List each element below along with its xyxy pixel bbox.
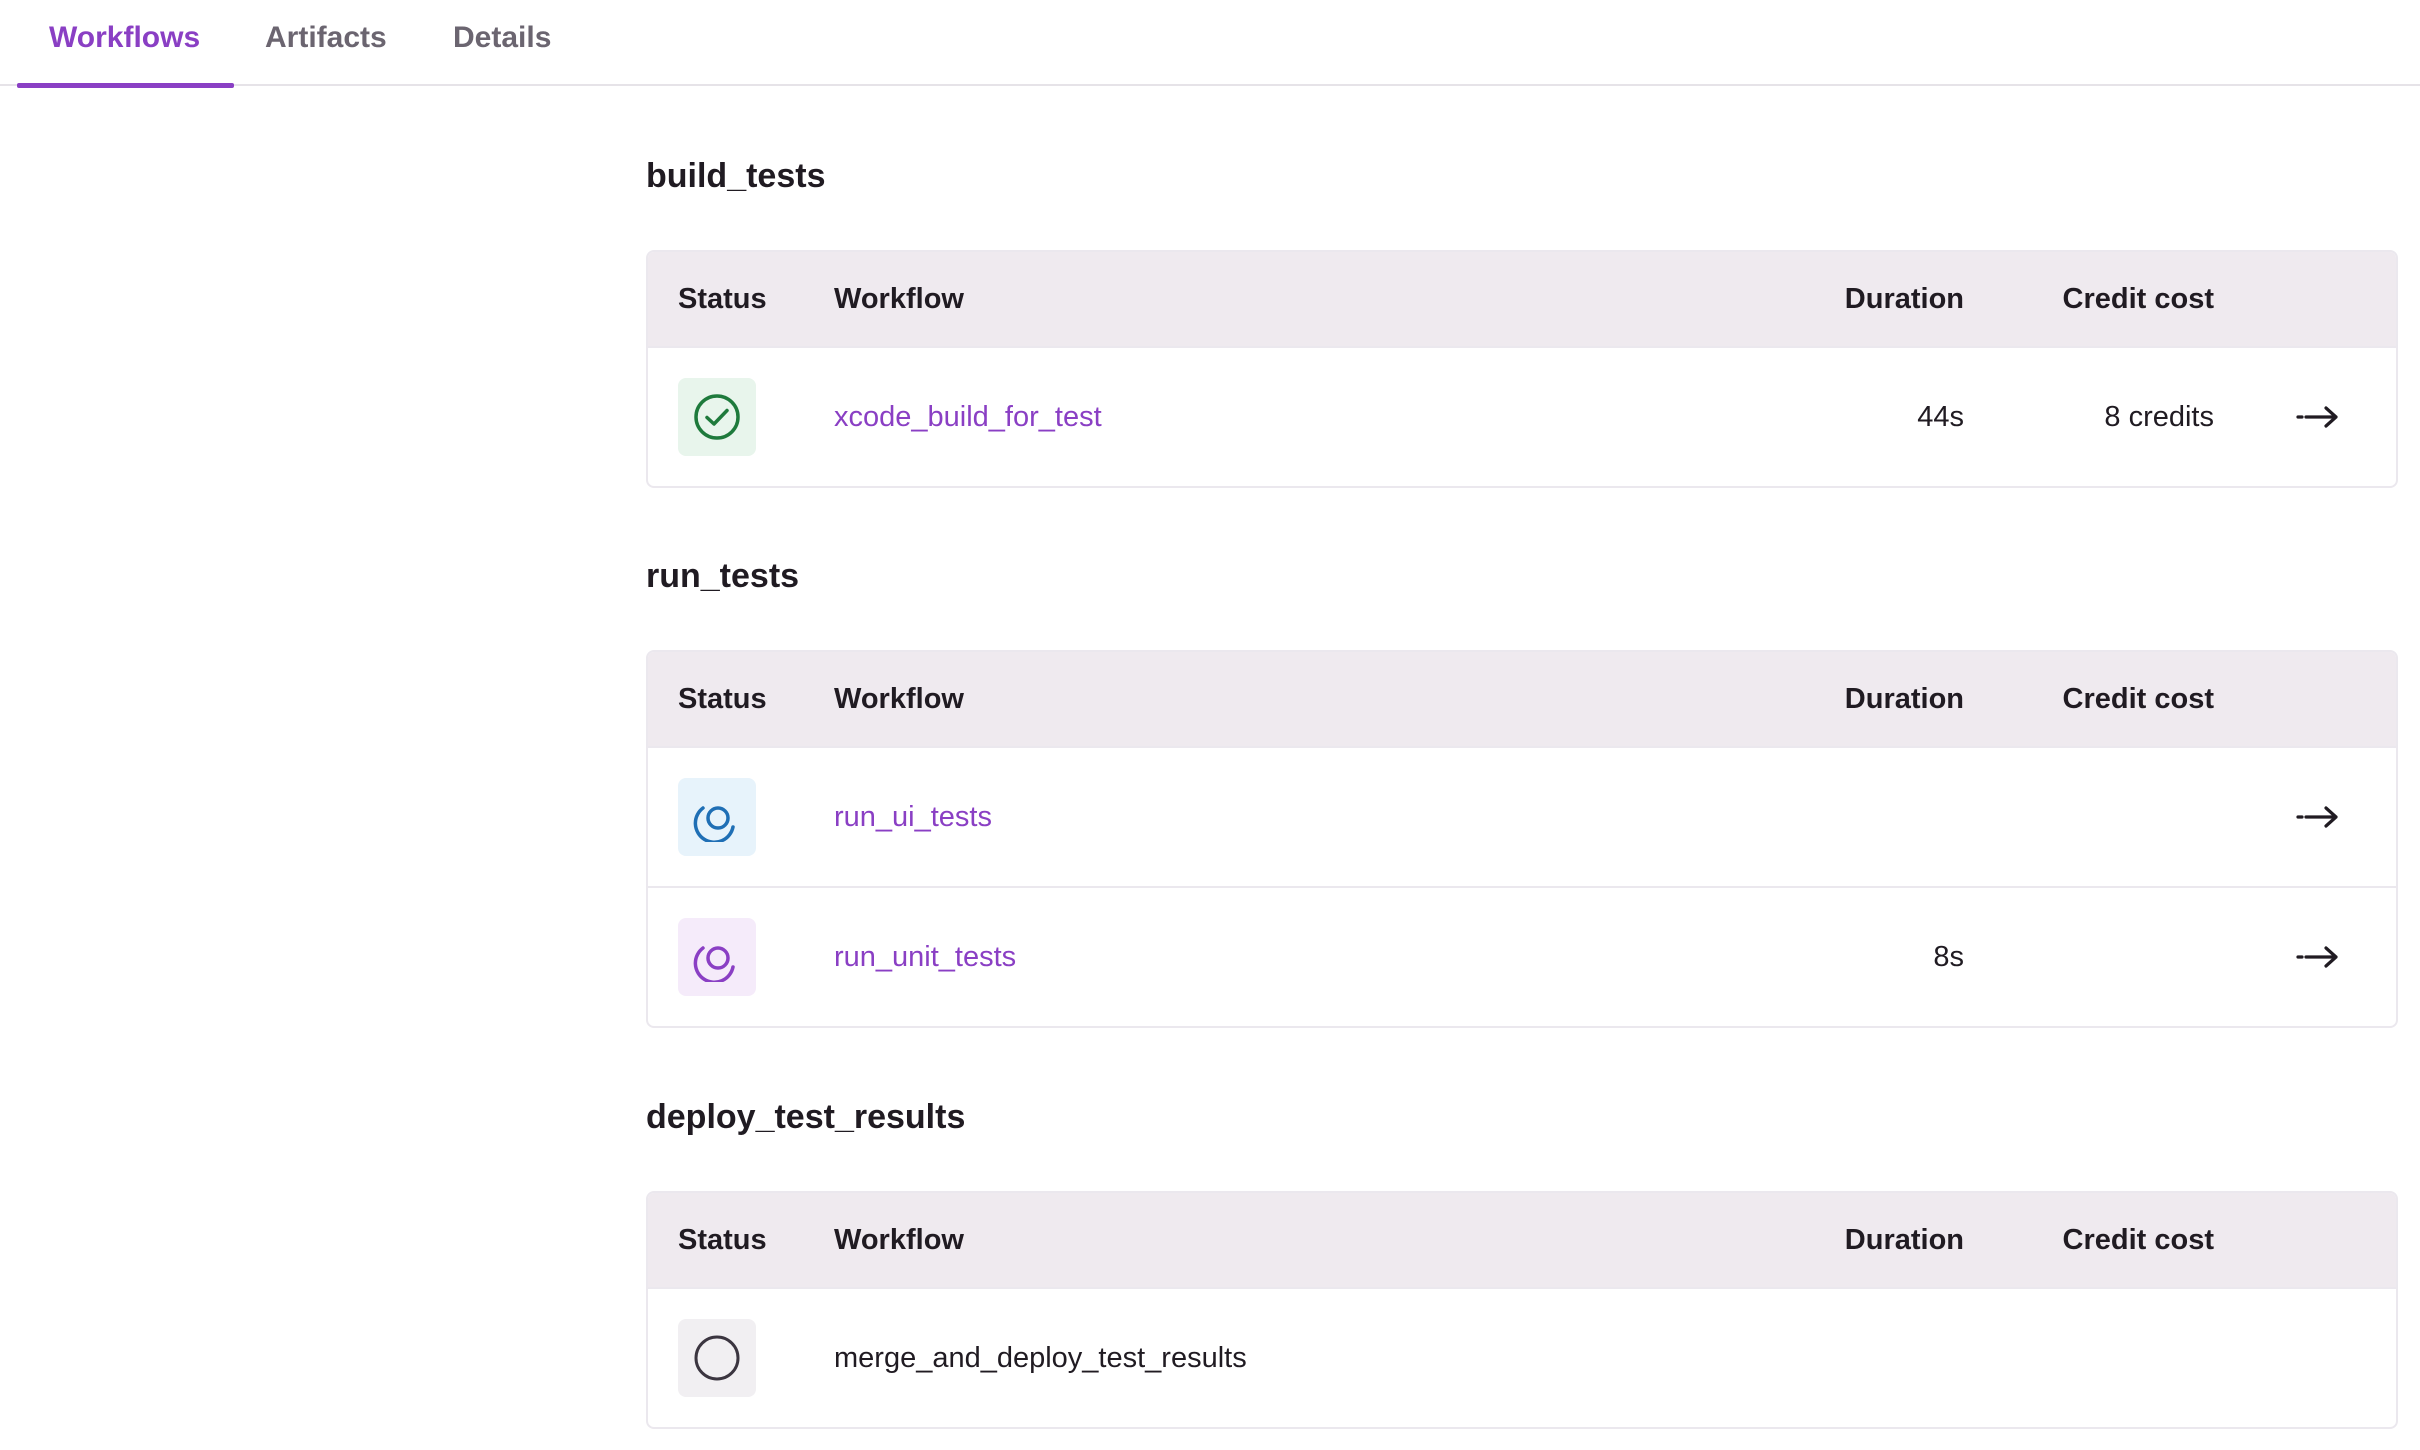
group-title-run-tests: run_tests <box>646 557 800 595</box>
duration-value: 8s <box>1933 940 1964 973</box>
group-title-deploy-test-results: deploy_test_results <box>646 1098 966 1136</box>
column-header-credit-cost: Credit cost <box>2062 1223 2214 1256</box>
column-header-duration: Duration <box>1844 282 1964 315</box>
spinner-icon <box>678 778 756 856</box>
workflow-table-deploy-test-results: Status Workflow Duration Credit cost mer… <box>646 1191 2398 1429</box>
group-title-build-tests: build_tests <box>646 157 826 195</box>
tab-details[interactable]: Details <box>421 0 587 86</box>
workflow-link[interactable]: run_unit_tests <box>834 888 1016 1026</box>
table-header: Status Workflow Duration Credit cost <box>648 652 2396 746</box>
column-header-credit-cost: Credit cost <box>2062 682 2214 715</box>
workflow-table-build-tests: Status Workflow Duration Credit cost xco… <box>646 250 2398 488</box>
table-row[interactable]: run_unit_tests 8s <box>648 886 2396 1026</box>
table-header: Status Workflow Duration Credit cost <box>648 252 2396 346</box>
column-header-duration: Duration <box>1844 682 1964 715</box>
duration-value: 44s <box>1917 400 1964 433</box>
tab-workflows[interactable]: Workflows <box>17 0 234 88</box>
column-header-workflow: Workflow <box>834 1223 964 1256</box>
check-circle-icon <box>678 378 756 456</box>
column-header-status: Status <box>678 682 767 715</box>
column-header-status: Status <box>678 1223 767 1256</box>
table-row[interactable]: run_ui_tests <box>648 746 2396 886</box>
empty-circle-icon <box>678 1319 756 1397</box>
arrow-right-icon[interactable] <box>2292 797 2344 837</box>
workflow-link[interactable]: xcode_build_for_test <box>834 348 1102 486</box>
tab-bar: Workflows Artifacts Details <box>0 0 2420 88</box>
arrow-right-icon[interactable] <box>2292 397 2344 437</box>
arrow-right-icon[interactable] <box>2292 937 2344 977</box>
column-header-workflow: Workflow <box>834 682 964 715</box>
column-header-status: Status <box>678 282 767 315</box>
tab-artifacts[interactable]: Artifacts <box>233 0 423 86</box>
workflow-link[interactable]: run_ui_tests <box>834 748 992 886</box>
workflow-table-run-tests: Status Workflow Duration Credit cost run… <box>646 650 2398 1028</box>
credit-cost-value: 8 credits <box>2104 400 2214 433</box>
table-row: merge_and_deploy_test_results <box>648 1287 2396 1427</box>
table-row[interactable]: xcode_build_for_test 44s 8 credits <box>648 346 2396 486</box>
column-header-credit-cost: Credit cost <box>2062 282 2214 315</box>
table-header: Status Workflow Duration Credit cost <box>648 1193 2396 1287</box>
column-header-duration: Duration <box>1844 1223 1964 1256</box>
workflow-name: merge_and_deploy_test_results <box>834 1341 1247 1374</box>
column-header-workflow: Workflow <box>834 282 964 315</box>
spinner-icon <box>678 918 756 996</box>
